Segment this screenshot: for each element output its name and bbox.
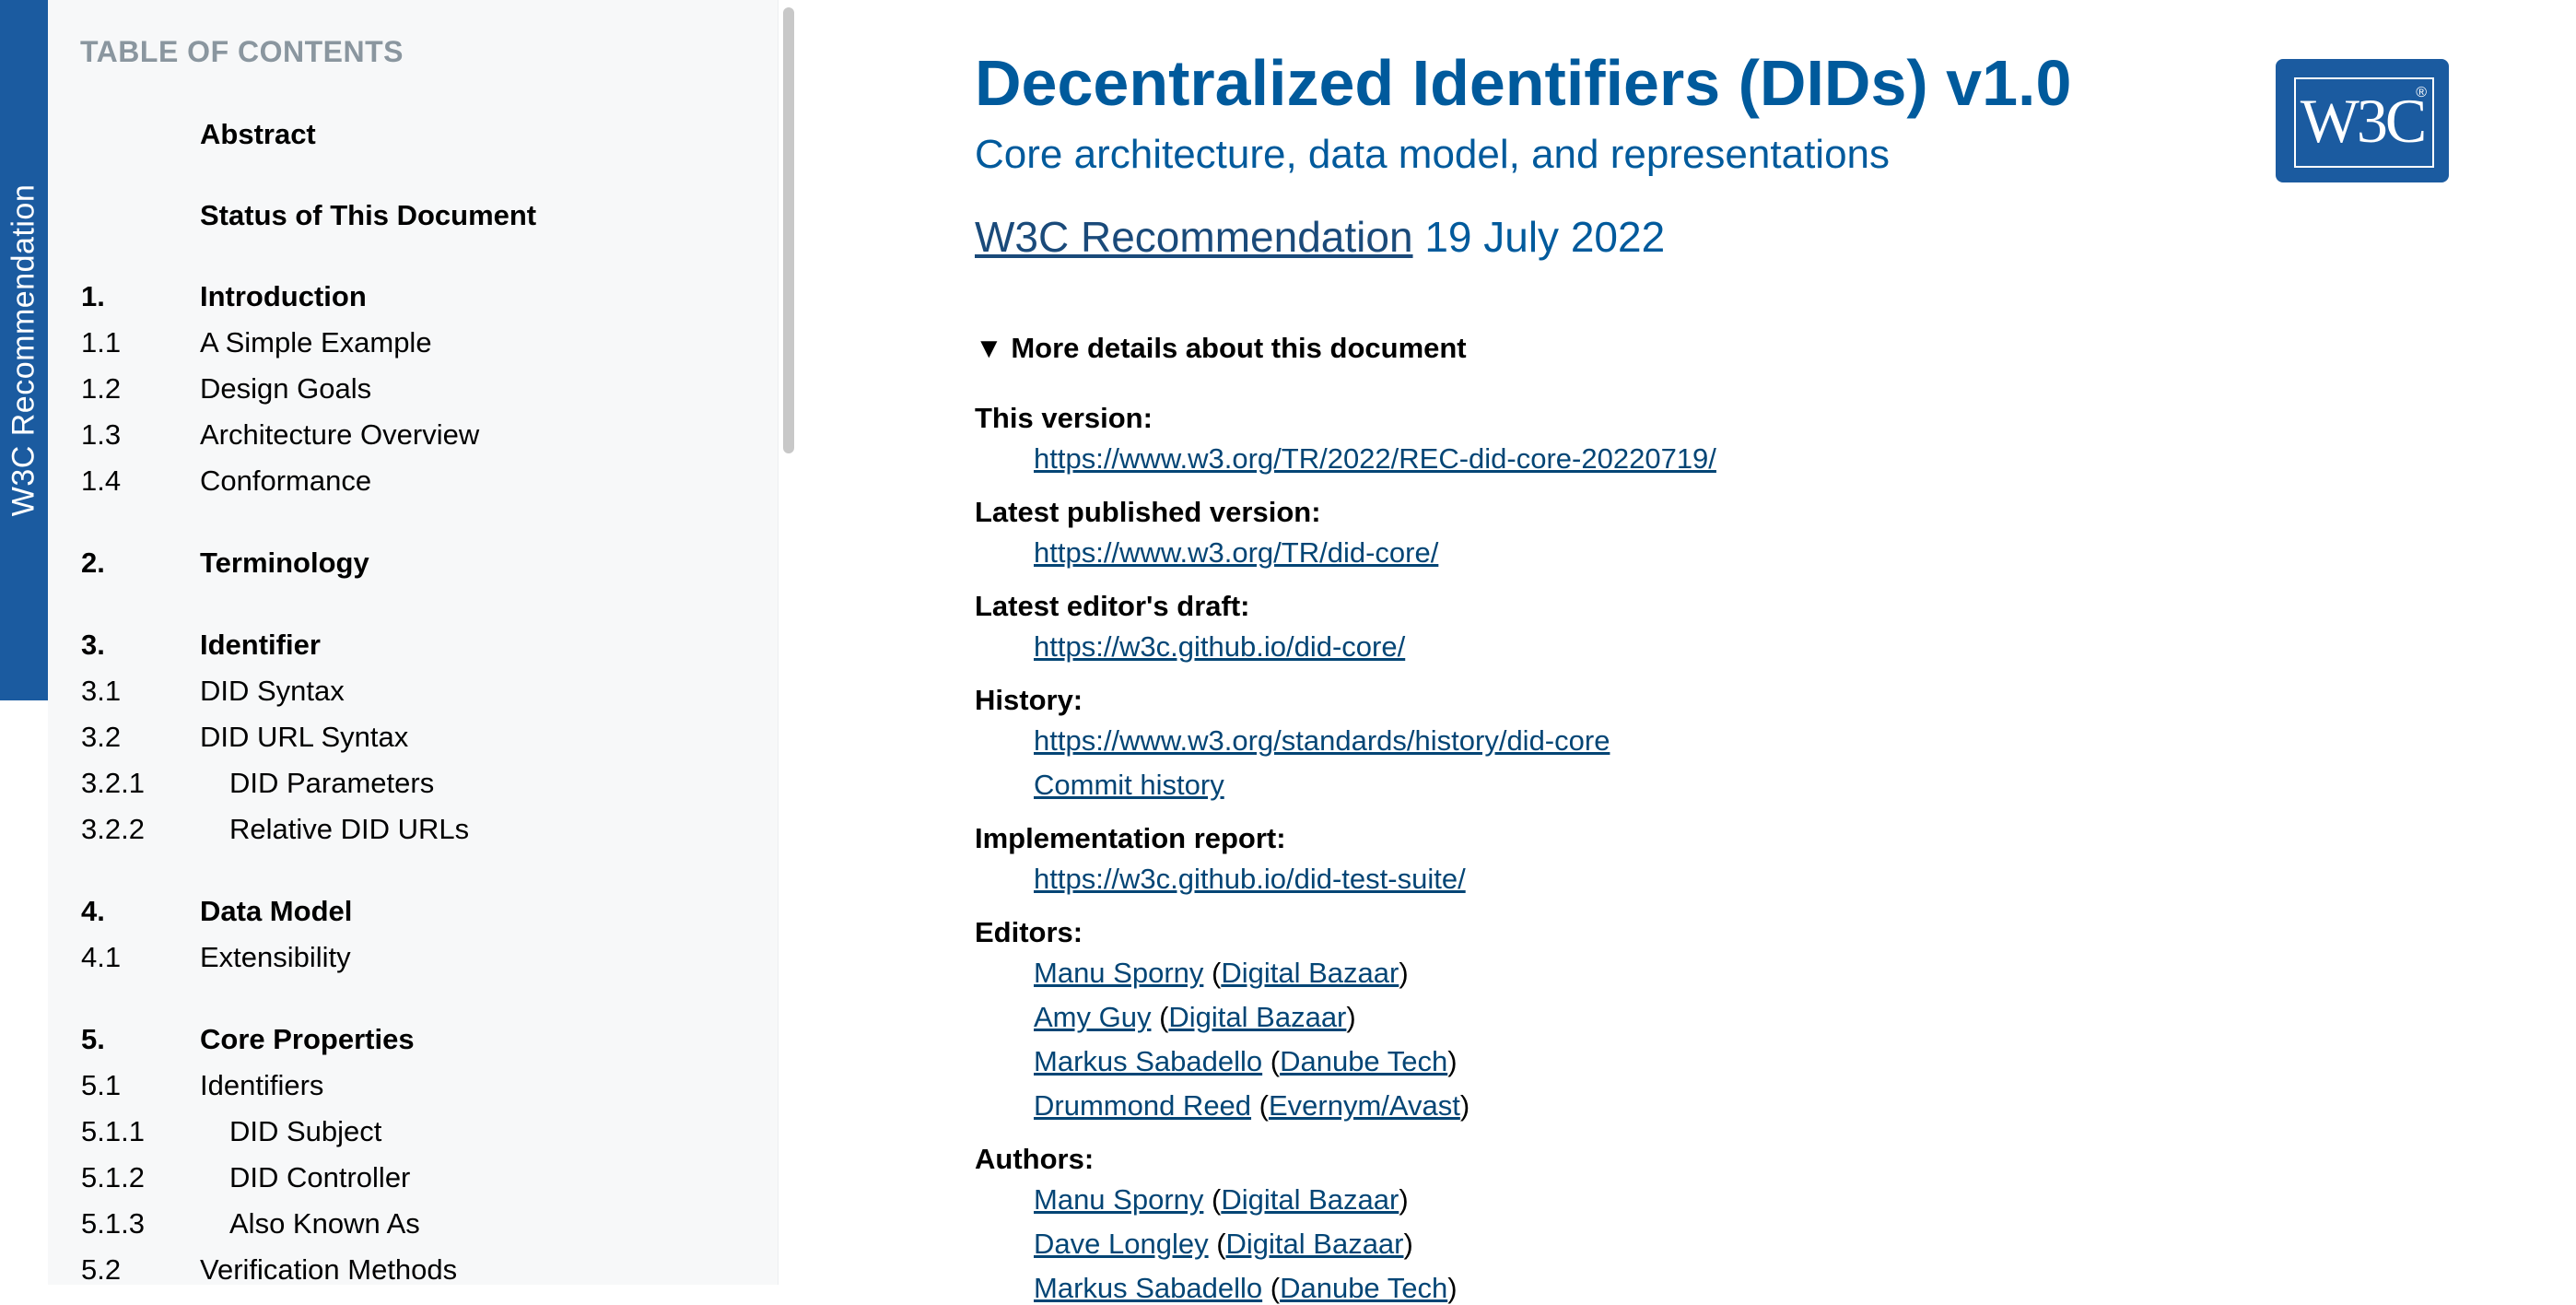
toc-item-label: Identifier (200, 629, 321, 661)
toc-item-label: Status of This Document (200, 199, 537, 231)
toc-item-number: 5.2 (81, 1253, 122, 1285)
history-label: History: (975, 684, 1083, 716)
toc-item-label: Introduction (200, 280, 367, 312)
implementation-report-link[interactable]: https://w3c.github.io/did-test-suite/ (1034, 863, 1466, 895)
author-org-link[interactable]: Digital Bazaar (1221, 1183, 1399, 1216)
details-toggle-label: More details about this document (1011, 332, 1467, 364)
toc-item-label: Terminology (200, 547, 369, 579)
toc-item-label: Also Known As (229, 1207, 420, 1240)
editors-label: Editors: (975, 916, 1083, 948)
toc-item-label: Verification Methods (200, 1253, 458, 1285)
editor-name-link[interactable]: Manu Sporny (1034, 957, 1203, 989)
toc-item-label: DID Parameters (229, 767, 435, 799)
latest-published-link[interactable]: https://www.w3.org/TR/did-core/ (1034, 536, 1438, 569)
toc-item-number: 1. (81, 280, 105, 312)
publication-date: 19 July 2022 (1424, 213, 1666, 261)
author-entry: Manu Sporny (Digital Bazaar) (1034, 1183, 1409, 1216)
toc-item-number: 1.1 (81, 326, 122, 359)
author-name-link[interactable]: Markus Sabadello (1034, 1272, 1262, 1304)
toc-item-label: Conformance (200, 464, 372, 497)
toc-item-number: 4.1 (81, 941, 122, 973)
editor-org-link[interactable]: Evernym/Avast (1269, 1089, 1460, 1122)
toc-item-label: A Simple Example (200, 326, 432, 359)
toc-item-number: 3.2.2 (81, 813, 145, 845)
editor-entry: Markus Sabadello (Danube Tech) (1034, 1045, 1458, 1077)
latest-published-label: Latest published version: (975, 496, 1321, 528)
document-status-line: W3C Recommendation 19 July 2022 (975, 212, 1665, 262)
editor-org-link[interactable]: Digital Bazaar (1168, 1001, 1346, 1033)
toc-item-number: 3. (81, 629, 105, 661)
toc-item-number: 2. (81, 547, 105, 579)
this-version-label: This version: (975, 402, 1153, 434)
toc-item-label: Core Properties (200, 1023, 415, 1055)
author-org-link[interactable]: Danube Tech (1280, 1272, 1447, 1304)
details-toggle[interactable]: ▼ More details about this document (975, 332, 1467, 365)
w3c-logo-text: W3C (2300, 85, 2428, 156)
latest-draft-link[interactable]: https://w3c.github.io/did-core/ (1034, 630, 1405, 663)
toc-item-label: DID URL Syntax (200, 721, 409, 753)
history-link[interactable]: https://www.w3.org/standards/history/did… (1034, 724, 1610, 757)
recommendation-link[interactable]: W3C Recommendation (975, 213, 1413, 261)
toc-item-label: Architecture Overview (200, 418, 480, 451)
author-org-link[interactable]: Digital Bazaar (1226, 1228, 1404, 1260)
toc-item-number: 5.1 (81, 1069, 122, 1101)
author-name-link[interactable]: Manu Sporny (1034, 1183, 1203, 1216)
toc-item-label: DID Subject (229, 1115, 382, 1147)
table-of-contents: TABLE OF CONTENTS Abstract Status of Thi… (48, 0, 779, 1285)
editor-org-link[interactable]: Danube Tech (1280, 1045, 1447, 1077)
toc-item-number: 5.1.1 (81, 1115, 145, 1147)
editor-entry: Drummond Reed (Evernym/Avast) (1034, 1089, 1470, 1122)
toc-item-number: 5.1.3 (81, 1207, 145, 1240)
toc-item-label: Relative DID URLs (229, 813, 470, 845)
editor-name-link[interactable]: Drummond Reed (1034, 1089, 1251, 1122)
latest-draft-label: Latest editor's draft: (975, 590, 1250, 622)
toc-item-number: 5.1.2 (81, 1161, 145, 1193)
toc-item-number: 3.2.1 (81, 767, 145, 799)
toc-item-label: Data Model (200, 895, 353, 927)
implementation-report-label: Implementation report: (975, 822, 1286, 854)
toc-scrollbar-thumb[interactable] (783, 7, 794, 453)
toc-item-label: Identifiers (200, 1069, 324, 1101)
toc-item-label: Abstract (200, 118, 316, 150)
toc-item-number: 1.3 (81, 418, 122, 451)
author-entry: Dave Longley (Digital Bazaar) (1034, 1228, 1413, 1260)
toc-item-label: DID Controller (229, 1161, 411, 1193)
toc-item-label: Design Goals (200, 372, 372, 405)
toc-item-number: 1.4 (81, 464, 122, 497)
toc-item-number: 5. (81, 1023, 105, 1055)
page-subtitle: Core architecture, data model, and repre… (975, 132, 1891, 177)
author-name-link[interactable]: Dave Longley (1034, 1228, 1209, 1260)
editor-name-link[interactable]: Markus Sabadello (1034, 1045, 1262, 1077)
toc-item-number: 4. (81, 895, 105, 927)
toc-item-label: DID Syntax (200, 675, 345, 707)
toc-item-number: 3.1 (81, 675, 122, 707)
registered-mark: ® (2416, 85, 2427, 100)
page-title: Decentralized Identifiers (DIDs) v1.0 (975, 47, 2072, 119)
toc-item-number: 3.2 (81, 721, 122, 753)
document-status-label: W3C Recommendation (6, 183, 41, 517)
editor-entry: Manu Sporny (Digital Bazaar) (1034, 957, 1409, 989)
editor-entry: Amy Guy (Digital Bazaar) (1034, 1001, 1356, 1033)
main-content: Decentralized Identifiers (DIDs) v1.0 Co… (975, 0, 2541, 1304)
this-version-link[interactable]: https://www.w3.org/TR/2022/REC-did-core-… (1034, 442, 1716, 475)
editor-name-link[interactable]: Amy Guy (1034, 1001, 1151, 1033)
authors-label: Authors: (975, 1143, 1095, 1175)
editor-org-link[interactable]: Digital Bazaar (1221, 957, 1399, 989)
toc-item-number: 1.2 (81, 372, 122, 405)
toc-heading: TABLE OF CONTENTS (80, 35, 404, 68)
document-status-tab: W3C Recommendation (0, 0, 48, 700)
w3c-logo[interactable]: W3C ® (2276, 59, 2449, 182)
triangle-down-icon: ▼ (975, 332, 1003, 364)
commit-history-link[interactable]: Commit history (1034, 769, 1224, 801)
author-entry: Markus Sabadello (Danube Tech) (1034, 1272, 1458, 1304)
toc-item-label: Extensibility (200, 941, 351, 973)
